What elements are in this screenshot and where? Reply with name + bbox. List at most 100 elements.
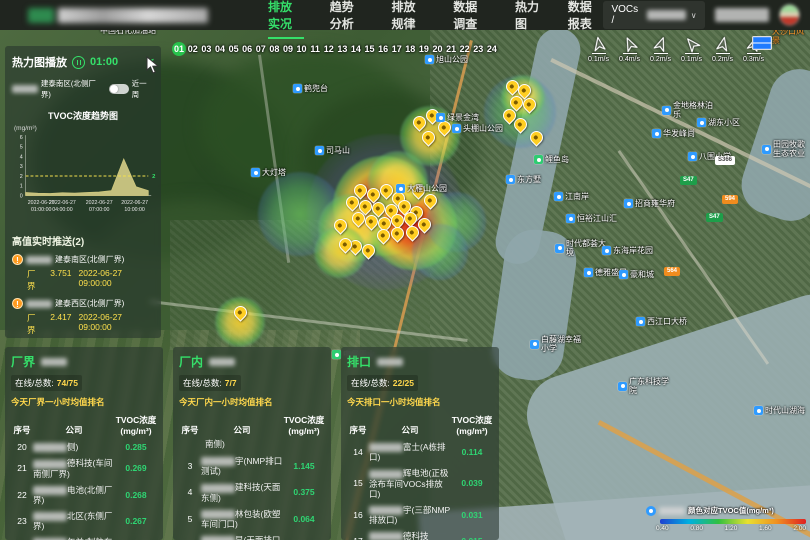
row-no: 23: [11, 516, 33, 526]
row-tvoc-value: 0.268: [115, 490, 157, 500]
timeline-hour-07[interactable]: 07: [254, 42, 268, 56]
panel-title-blurred: [41, 358, 67, 366]
vocs-selector[interactable]: VOCs / ∨: [603, 1, 704, 29]
row-no: 4: [179, 487, 201, 497]
timeline-hour-08[interactable]: 08: [268, 42, 282, 56]
timeline-hour-01[interactable]: 01: [172, 42, 186, 56]
timeline-hour-16[interactable]: 16: [376, 42, 390, 56]
table-row[interactable]: 17德科技(FHVP1007)0.015: [347, 528, 493, 540]
tab-热力图[interactable]: 热力图: [515, 0, 542, 36]
svg-text:2022-06-2704:00:00: 2022-06-2704:00:00: [49, 200, 76, 213]
alert-item-2[interactable]: !建泰西区(北侧厂界)厂界2.4172022-06-27 09:00:00: [12, 298, 154, 336]
poi-icon: [662, 106, 671, 115]
collapse-panel-chevron-icon[interactable]: <: [147, 55, 154, 69]
row-company: 建科技(天面东侧): [201, 482, 283, 502]
map-layer-toggles: [752, 36, 772, 50]
row-tvoc-value: 0.039: [451, 478, 493, 488]
timeline-hour-06[interactable]: 06: [240, 42, 254, 56]
wind-speed-label: 0.1m/s: [588, 56, 609, 63]
table-row[interactable]: 16宇(三部NMP排放口)0.031: [347, 502, 493, 528]
tab-数据调查[interactable]: 数据调查: [453, 0, 489, 36]
timeline-hour-12[interactable]: 12: [322, 42, 336, 56]
timeline-hour-11[interactable]: 11: [308, 42, 322, 56]
alert-value-row: 厂界3.7512022-06-27 09:00:00: [27, 268, 154, 292]
alert-type: 厂界: [27, 312, 43, 336]
poi-icon: [762, 145, 771, 154]
map-label: 湖东小区: [697, 118, 740, 127]
timeline-hour-14[interactable]: 14: [349, 42, 363, 56]
timeline-hour-20[interactable]: 20: [431, 42, 445, 56]
map-label: 绿景金湾: [436, 113, 479, 122]
wind-indicator-1: 0.1m/s: [583, 36, 614, 63]
table-rows: 20侧)0.28521德科技(车间南侧厂界)0.26922电池(北侧厂界)0.2…: [11, 439, 157, 540]
row-no: 14: [347, 447, 369, 457]
timeline-hour-05[interactable]: 05: [227, 42, 241, 56]
timeline-hour-13[interactable]: 13: [336, 42, 350, 56]
map-label: 鲤鱼岛: [534, 155, 569, 164]
table-row[interactable]: 23北区(东侧厂界)0.267: [11, 508, 157, 534]
map-label-text: 司马山: [326, 146, 350, 155]
tab-排放规律[interactable]: 排放规律: [391, 0, 427, 36]
alert-time: 2022-06-27 09:00:00: [79, 312, 154, 336]
tab-趋势分析[interactable]: 趋势分析: [330, 0, 366, 36]
timeline-hour-19[interactable]: 19: [417, 42, 431, 56]
row-no: 17: [347, 536, 369, 540]
timeline-hour-04[interactable]: 04: [213, 42, 227, 56]
legend-gradient-bar: [660, 519, 806, 524]
svg-text:4: 4: [20, 154, 23, 160]
timeline-hour-23[interactable]: 23: [471, 42, 485, 56]
row-tvoc-value: 0.267: [115, 516, 157, 526]
poi-icon: [554, 192, 563, 201]
table-row[interactable]: 4建科技(天面东侧)0.375: [179, 479, 325, 505]
poi-icon: [652, 129, 661, 138]
panel-title-blurred: [377, 358, 403, 366]
timeline-hour-03[interactable]: 03: [200, 42, 214, 56]
alert-warning-icon: !: [12, 254, 23, 265]
station-toggle-switch[interactable]: [109, 84, 129, 94]
company-name-blurred: [201, 536, 235, 540]
table-row[interactable]: 14富士(A栋排口)0.114: [347, 439, 493, 465]
timeline-hour-02[interactable]: 02: [186, 42, 200, 56]
timeline-hour-17[interactable]: 17: [390, 42, 404, 56]
tab-数据报表[interactable]: 数据报表: [568, 0, 604, 36]
poi-icon: [697, 118, 706, 127]
table-row[interactable]: 6显(天面排口西侧)0.029: [179, 532, 325, 540]
panel-title-text: 排口: [347, 353, 371, 370]
alert-time: 2022-06-27 09:00:00: [79, 268, 154, 292]
table-row[interactable]: 3宇(NMP排口测试)1.145: [179, 453, 325, 479]
poi-icon: [624, 199, 633, 208]
road-number-badge: S366: [715, 156, 735, 165]
road-layer-toggle-icon[interactable]: [752, 36, 772, 50]
map-label: 金地格林泊乐: [662, 101, 720, 119]
timeline-hour-21[interactable]: 21: [444, 42, 458, 56]
timeline-hour-22[interactable]: 22: [458, 42, 472, 56]
map-label-text: 华发峰尚: [663, 129, 695, 138]
tab-排放实况[interactable]: 排放实况: [268, 0, 304, 36]
timeline-hour-15[interactable]: 15: [363, 42, 377, 56]
alerts-title: 高值实时推送(2): [12, 233, 154, 248]
pause-button[interactable]: [72, 56, 85, 69]
company-name-blurred: [201, 510, 235, 519]
map-label: 大灯塔: [251, 168, 286, 177]
table-row[interactable]: 15辉电池(正极涂布车间VOCs排放口)0.039: [347, 465, 493, 501]
table-row[interactable]: 24年益(制粒车间南侧)0.259: [11, 534, 157, 540]
poi-icon: [602, 246, 611, 255]
map-label: 时代山湖海: [754, 406, 805, 415]
alert-value: 2.417: [50, 312, 71, 336]
online-label: 在线/总数:: [183, 378, 222, 388]
timeline-hour-18[interactable]: 18: [404, 42, 418, 56]
timeline-hour-10[interactable]: 10: [295, 42, 309, 56]
timeline-hour-09[interactable]: 09: [281, 42, 295, 56]
poi-icon: [619, 270, 628, 279]
alert-item-1[interactable]: !建泰南区(北侧厂界)厂界3.7512022-06-27 09:00:00: [12, 254, 154, 292]
table-row[interactable]: 20侧)0.285: [11, 439, 157, 455]
panel-title-blurred: [209, 358, 235, 366]
table-row[interactable]: 22电池(北侧厂界)0.268: [11, 482, 157, 508]
timeline-hour-24[interactable]: 24: [485, 42, 499, 56]
table-row[interactable]: 5林包装(欧塑车间门口)0.064: [179, 506, 325, 532]
legend-tick: 2.00: [793, 525, 806, 532]
table-row[interactable]: 21德科技(车间南侧厂界)0.269: [11, 455, 157, 481]
row-no: 15: [347, 478, 369, 488]
avatar[interactable]: [779, 4, 800, 26]
online-value: 74/75: [57, 378, 78, 388]
